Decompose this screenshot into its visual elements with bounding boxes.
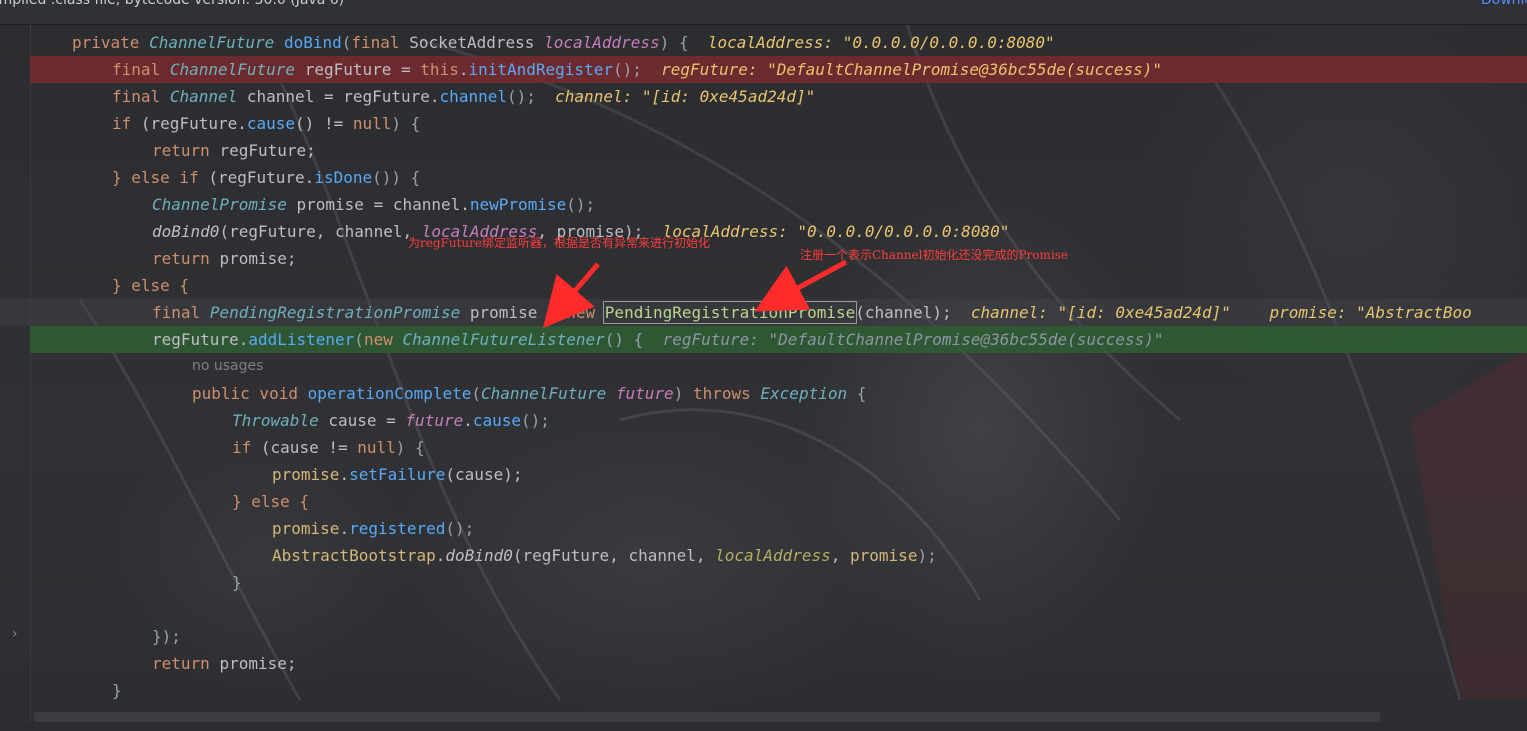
arrow-right bbox=[754, 259, 848, 312]
arrow-left bbox=[542, 262, 600, 329]
horizontal-scrollbar[interactable] bbox=[34, 712, 1380, 722]
annotation-arrows bbox=[542, 259, 848, 329]
